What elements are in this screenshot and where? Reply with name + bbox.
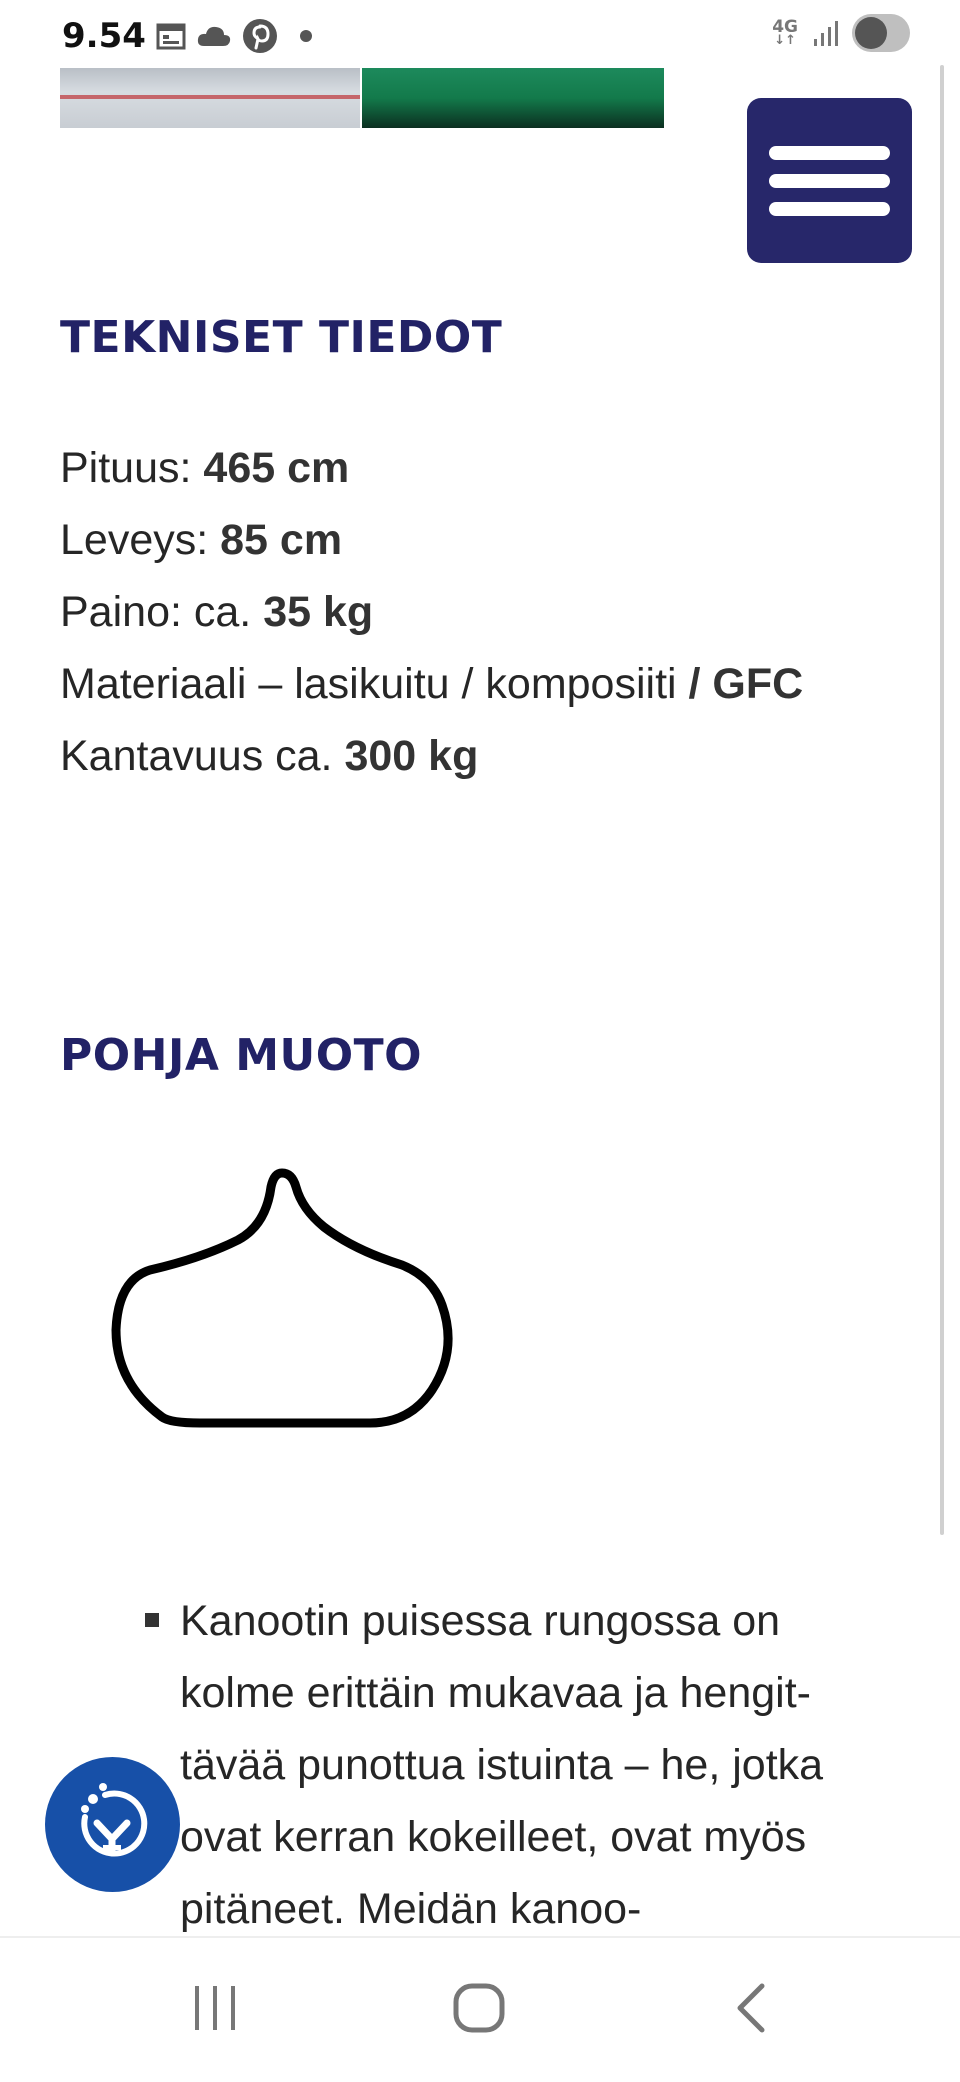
- hamburger-bar: [769, 202, 890, 216]
- hull-shape-diagram: [111, 1168, 453, 1428]
- spec-label: Kantavuus ca.: [60, 732, 345, 780]
- toggle-icon: [852, 14, 910, 52]
- calendar-icon: [156, 23, 186, 50]
- menu-button[interactable]: [747, 98, 912, 263]
- spec-width: Leveys: 85 cm: [60, 504, 860, 576]
- accessibility-icon: [81, 1783, 148, 1857]
- spec-label: Materiaali – lasikuitu / komposiiti: [60, 660, 689, 708]
- spec-weight: Paino: ca. 35 kg: [60, 576, 860, 648]
- spec-material: Materiaali – lasikuitu / komposiiti / GF…: [60, 648, 860, 720]
- spec-label: Pituus:: [60, 444, 204, 492]
- home-icon[interactable]: [448, 1978, 512, 2038]
- network-indicator: 4G ↓↑: [772, 19, 798, 48]
- dot-icon: [300, 30, 312, 42]
- data-arrows-icon: ↓↑: [774, 33, 796, 48]
- status-right: 4G ↓↑: [772, 14, 910, 52]
- spec-value: 465 cm: [203, 444, 350, 492]
- status-bar: 9.54 4G ↓↑: [0, 0, 960, 70]
- spec-value: 35 kg: [263, 588, 374, 636]
- spec-value: / GFC: [688, 660, 804, 708]
- back-icon[interactable]: [720, 1978, 780, 2038]
- spec-length: Pituus: 465 cm: [60, 432, 860, 504]
- shape-heading: POHJA MUOTO: [60, 1030, 423, 1081]
- product-image-grey[interactable]: [60, 68, 360, 128]
- system-nav-bar: [0, 1936, 960, 2082]
- status-icons: [156, 18, 318, 54]
- spec-label: Paino: ca.: [60, 588, 264, 636]
- cloud-icon: [197, 26, 231, 46]
- specs-heading: TEKNISET TIEDOT: [60, 312, 503, 363]
- recent-apps-icon[interactable]: [185, 1978, 245, 2038]
- hamburger-bar: [769, 174, 890, 188]
- product-image-green[interactable]: [362, 68, 664, 128]
- feature-list: Kanootin puisessa rungossa on kolme erit…: [140, 1585, 900, 1945]
- accessibility-button[interactable]: [45, 1757, 180, 1892]
- spec-capacity: Kantavuus ca. 300 kg: [60, 720, 860, 792]
- spec-value: 85 cm: [220, 516, 343, 564]
- status-time: 9.54: [62, 16, 146, 56]
- spec-value: 300 kg: [344, 732, 479, 780]
- spec-label: Leveys:: [60, 516, 221, 564]
- scrollbar[interactable]: [940, 65, 944, 1535]
- signal-icon: [814, 21, 838, 46]
- hamburger-menu-icon: [769, 146, 890, 160]
- pinterest-icon: [243, 19, 277, 53]
- specs-list: Pituus: 465 cm Leveys: 85 cm Paino: ca. …: [60, 432, 860, 792]
- list-item: Kanootin puisessa rungossa on kolme erit…: [140, 1585, 900, 1945]
